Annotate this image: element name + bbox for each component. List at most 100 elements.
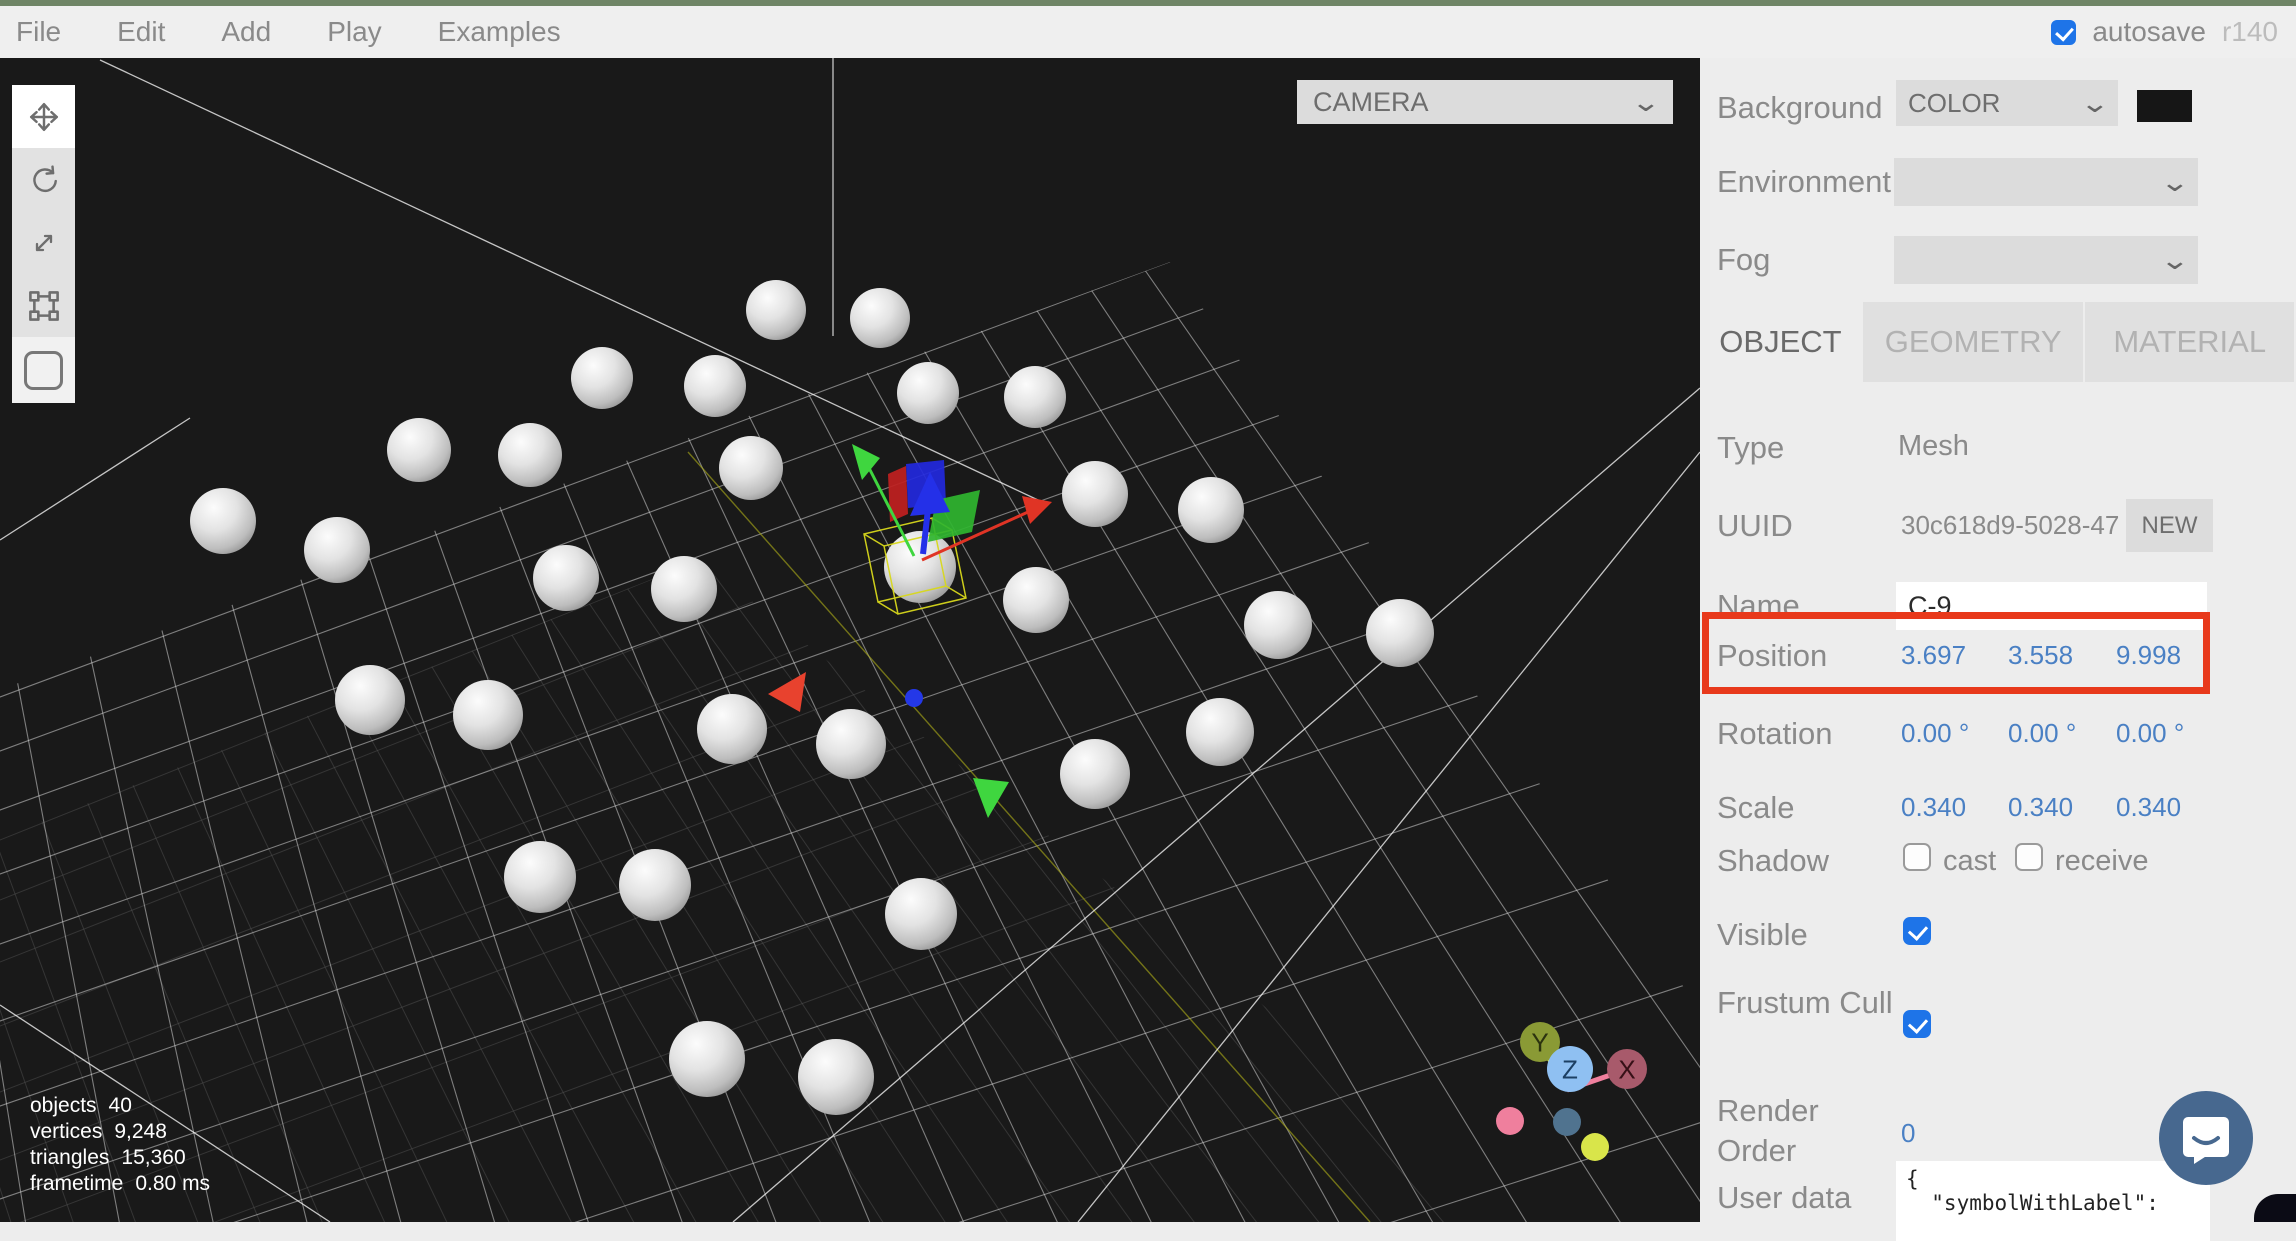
visible-checkbox[interactable] bbox=[1903, 917, 1931, 945]
menu-file[interactable]: File bbox=[16, 16, 61, 48]
scene-sphere bbox=[1366, 599, 1434, 667]
shadow-receive-checkbox[interactable] bbox=[2015, 843, 2043, 871]
autosave-label: autosave bbox=[2092, 16, 2206, 48]
local-space-checkbox[interactable] bbox=[24, 351, 63, 390]
scale-x-field[interactable]: 0.340 bbox=[1901, 792, 1996, 823]
position-z-field[interactable]: 9.998 bbox=[2116, 640, 2211, 671]
environment-label: Environment bbox=[1717, 162, 1895, 202]
axes-helper[interactable]: YZX bbox=[1496, 1022, 1647, 1161]
revision-label: r140 bbox=[2222, 16, 2278, 48]
shadow-receive-label: receive bbox=[2055, 845, 2149, 878]
scale-y-field[interactable]: 0.340 bbox=[2008, 792, 2103, 823]
scene-sphere bbox=[684, 355, 746, 417]
visible-label: Visible bbox=[1717, 915, 1895, 955]
user-data-textarea[interactable]: { "symbolWithLabel": bbox=[1896, 1161, 2210, 1241]
render-order-label: Render Order bbox=[1717, 1091, 1895, 1171]
transform-gizmo[interactable] bbox=[768, 444, 1052, 818]
axes-node bbox=[1553, 1108, 1581, 1136]
bounding-box-tool-button[interactable] bbox=[12, 274, 75, 337]
rotation-label: Rotation bbox=[1717, 714, 1895, 754]
scene-sphere bbox=[798, 1039, 874, 1115]
menu-add[interactable]: Add bbox=[221, 16, 271, 48]
rotation-x-field[interactable]: 0.00 ° bbox=[1901, 718, 1996, 749]
tab-material[interactable]: MATERIAL bbox=[2085, 302, 2294, 382]
render-stats: objects40 vertices9,248 triangles15,360 … bbox=[30, 1093, 210, 1197]
frustum-cull-checkbox[interactable] bbox=[1903, 1010, 1931, 1038]
scale-icon bbox=[29, 228, 59, 258]
stat-frametime: frametime0.80 ms bbox=[30, 1171, 210, 1197]
scene-sphere bbox=[619, 849, 691, 921]
scale-z-field[interactable]: 0.340 bbox=[2116, 792, 2211, 823]
scene-sphere bbox=[533, 545, 599, 611]
scene-sphere bbox=[1178, 477, 1244, 543]
scene-sphere bbox=[1244, 591, 1312, 659]
scene-sphere bbox=[453, 680, 523, 750]
scene-sphere bbox=[1186, 698, 1254, 766]
menu-examples[interactable]: Examples bbox=[438, 16, 561, 48]
scene-sphere bbox=[885, 878, 957, 950]
scene-sphere bbox=[1062, 461, 1128, 527]
environment-select[interactable]: ⌄ bbox=[1894, 158, 2198, 206]
properties-sidebar: Background COLOR ⌄ Environment ⌄ Fog ⌄ O… bbox=[1700, 58, 2296, 1222]
stat-objects: objects40 bbox=[30, 1093, 210, 1119]
svg-text:Z: Z bbox=[1562, 1054, 1578, 1084]
stat-vertices: vertices9,248 bbox=[30, 1119, 210, 1145]
tab-geometry[interactable]: GEOMETRY bbox=[1863, 302, 2084, 382]
bounding-box-icon bbox=[27, 289, 61, 323]
scene-sphere bbox=[719, 436, 783, 500]
scene-sphere bbox=[816, 709, 886, 779]
scene-sphere bbox=[1003, 567, 1069, 633]
background-color-swatch[interactable] bbox=[2137, 90, 2192, 122]
background-label: Background bbox=[1717, 88, 1895, 128]
gizmo-dot-blue bbox=[905, 689, 923, 707]
rotate-tool-button[interactable] bbox=[12, 148, 75, 211]
axes-node bbox=[1496, 1107, 1524, 1135]
grid-axis-line bbox=[688, 452, 1370, 1222]
shadow-cast-checkbox[interactable] bbox=[1903, 843, 1931, 871]
render-order-field[interactable]: 0 bbox=[1901, 1118, 1996, 1149]
scene-sphere bbox=[387, 418, 451, 482]
transform-toolbar bbox=[12, 85, 75, 403]
camera-select[interactable]: CAMERA ⌄ bbox=[1297, 80, 1673, 124]
local-space-section bbox=[12, 337, 75, 403]
camera-select-value: CAMERA bbox=[1313, 87, 1429, 118]
viewport[interactable]: YZX CAMERA ⌄ bbox=[0, 58, 1700, 1222]
tab-object[interactable]: OBJECT bbox=[1700, 302, 1861, 382]
scene-sphere bbox=[697, 694, 767, 764]
scene-sphere bbox=[669, 1021, 745, 1097]
rotation-z-field[interactable]: 0.00 ° bbox=[2116, 718, 2211, 749]
background-select[interactable]: COLOR ⌄ bbox=[1896, 80, 2118, 126]
scene-sphere bbox=[504, 841, 576, 913]
menubar: File Edit Add Play Examples autosave r14… bbox=[0, 6, 2296, 58]
shadow-cast-label: cast bbox=[1943, 845, 1996, 878]
scene-sphere bbox=[190, 488, 256, 554]
chevron-down-icon: ⌄ bbox=[2160, 177, 2191, 187]
position-x-field[interactable]: 3.697 bbox=[1901, 640, 1996, 671]
rotation-y-field[interactable]: 0.00 ° bbox=[2008, 718, 2103, 749]
frustum-cull-label: Frustum Cull bbox=[1717, 983, 1895, 1023]
uuid-label: UUID bbox=[1717, 506, 1895, 546]
scene-sphere bbox=[498, 423, 562, 487]
fog-select[interactable]: ⌄ bbox=[1894, 236, 2198, 284]
menu-edit[interactable]: Edit bbox=[117, 16, 165, 48]
menu-play[interactable]: Play bbox=[327, 16, 381, 48]
scene-sphere bbox=[1004, 366, 1066, 428]
scene-canvas[interactable]: YZX bbox=[0, 58, 1700, 1222]
stat-triangles: triangles15,360 bbox=[30, 1145, 210, 1171]
scene-sphere bbox=[335, 665, 405, 735]
chevron-down-icon: ⌄ bbox=[2080, 98, 2111, 108]
scene-sphere bbox=[897, 362, 959, 424]
autosave-checkbox[interactable] bbox=[2051, 20, 2076, 45]
scale-tool-button[interactable] bbox=[12, 211, 75, 274]
sidebar-tabs: OBJECT GEOMETRY MATERIAL bbox=[1700, 302, 2296, 382]
svg-text:X: X bbox=[1618, 1054, 1635, 1084]
uuid-new-button[interactable]: NEW bbox=[2126, 499, 2213, 552]
position-y-field[interactable]: 3.558 bbox=[2008, 640, 2103, 671]
user-data-label: User data bbox=[1717, 1178, 1895, 1218]
axes-node bbox=[1581, 1133, 1609, 1161]
chat-fab-button[interactable] bbox=[2159, 1091, 2253, 1185]
shadow-label: Shadow bbox=[1717, 841, 1895, 881]
translate-tool-button[interactable] bbox=[12, 85, 75, 148]
scene-sphere bbox=[571, 347, 633, 409]
scene-sphere bbox=[850, 288, 910, 348]
